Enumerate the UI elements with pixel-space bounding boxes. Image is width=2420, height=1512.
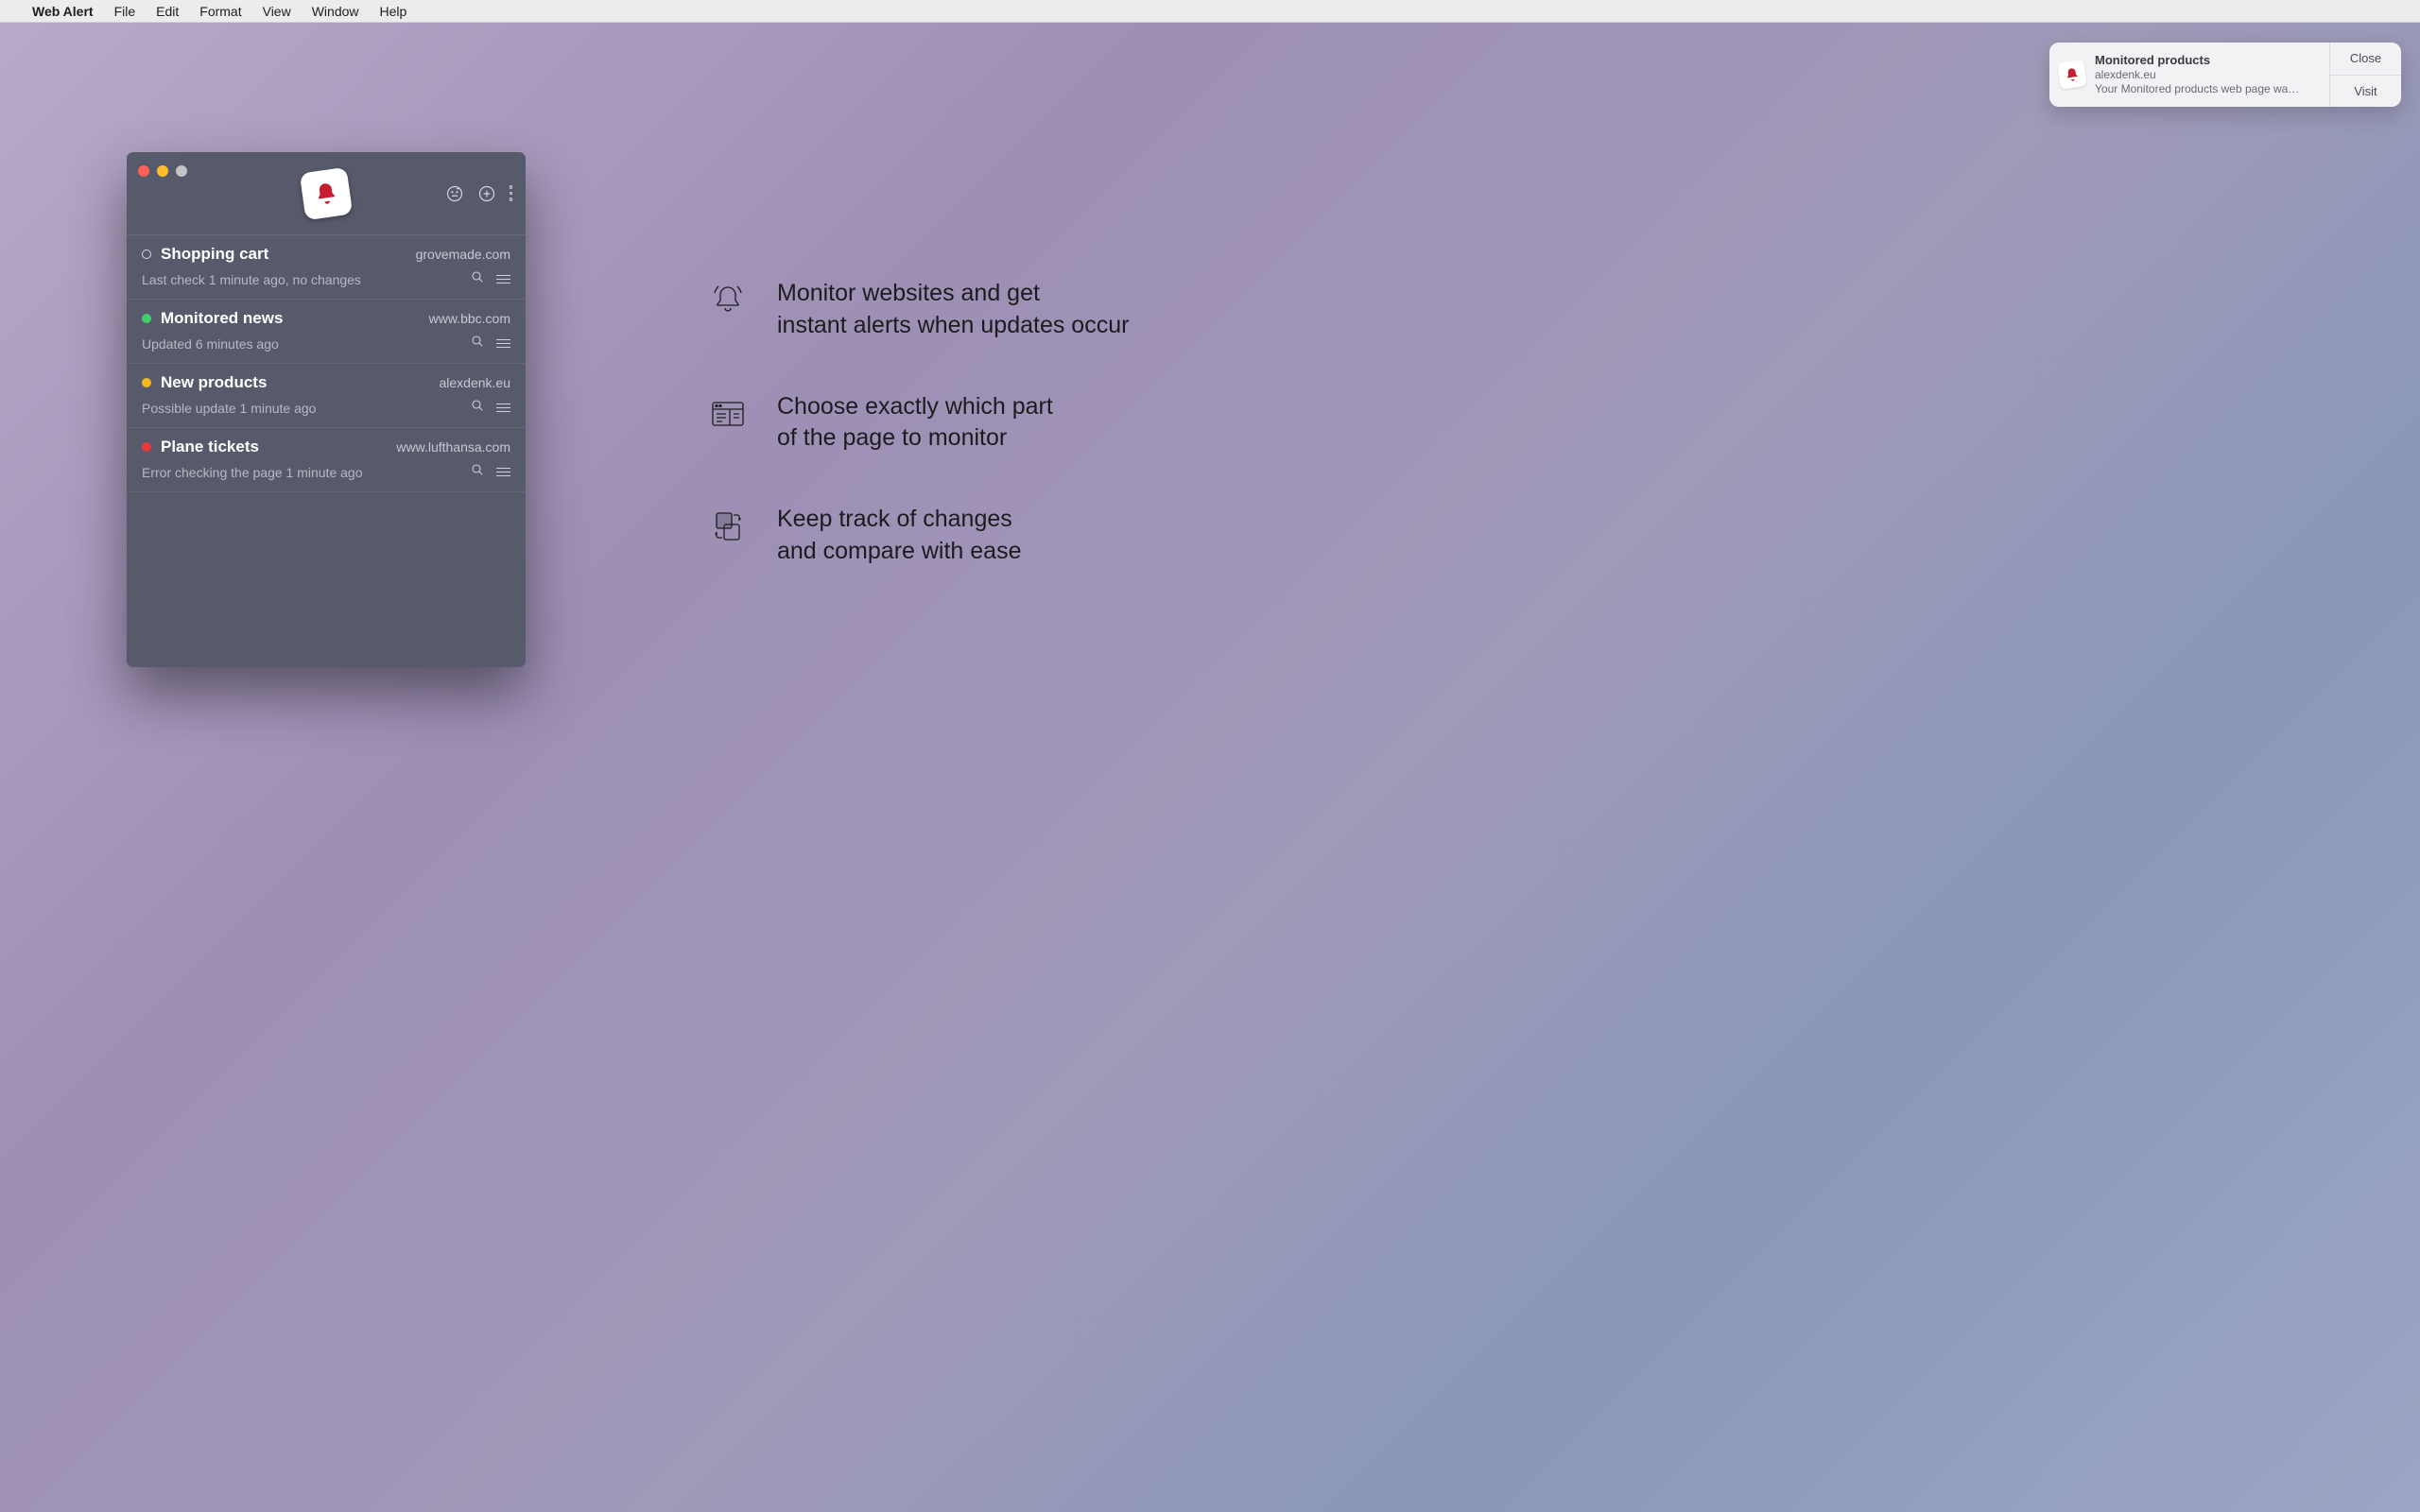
bell-icon <box>312 180 339 207</box>
titlebar-actions <box>445 152 513 234</box>
window-traffic-lights <box>138 165 187 177</box>
notification-title: Monitored products <box>2095 53 2320 68</box>
row-search-button[interactable] <box>470 398 485 418</box>
notification-body: Monitored products alexdenk.eu Your Moni… <box>2049 43 2329 107</box>
feedback-button[interactable] <box>445 184 464 203</box>
search-icon <box>470 398 485 413</box>
face-confused-icon <box>445 184 464 203</box>
feature-line1: Monitor websites and get <box>777 280 1040 306</box>
monitor-row[interactable]: Shopping cart grovemade.com Last check 1… <box>127 235 526 300</box>
feature-line1: Keep track of changes <box>777 506 1012 532</box>
bell-icon <box>2064 66 2081 83</box>
monitor-status: Updated 6 minutes ago <box>142 336 470 352</box>
row-menu-button[interactable] <box>496 275 510 284</box>
menubar-item-window[interactable]: Window <box>312 4 359 19</box>
row-search-button[interactable] <box>470 269 485 289</box>
dot-icon <box>510 185 513 189</box>
feature-item: Keep track of changes and compare with e… <box>709 504 1129 568</box>
search-icon <box>470 334 485 349</box>
browser-layout-icon <box>709 395 747 433</box>
notification-app-icon <box>2057 60 2087 90</box>
dot-icon <box>510 198 513 201</box>
notification-visit-button[interactable]: Visit <box>2330 76 2401 108</box>
row-menu-button[interactable] <box>496 468 510 477</box>
row-search-button[interactable] <box>470 334 485 353</box>
feature-line2: instant alerts when updates occur <box>777 312 1129 338</box>
monitor-domain: alexdenk.eu <box>439 375 510 390</box>
macos-menubar: Web Alert File Edit Format View Window H… <box>0 0 2420 23</box>
monitor-status: Error checking the page 1 minute ago <box>142 465 470 480</box>
menubar-item-file[interactable]: File <box>114 4 136 19</box>
row-menu-button[interactable] <box>496 339 510 349</box>
feature-line2: of the page to monitor <box>777 424 1007 451</box>
window-minimize-button[interactable] <box>157 165 168 177</box>
monitor-row[interactable]: Plane tickets www.lufthansa.com Error ch… <box>127 428 526 492</box>
monitor-title: New products <box>161 373 429 392</box>
status-idle-icon <box>142 249 151 259</box>
monitor-status: Last check 1 minute ago, no changes <box>142 272 470 287</box>
monitor-title: Monitored news <box>161 309 420 328</box>
menubar-app-name[interactable]: Web Alert <box>32 4 94 19</box>
plus-circle-icon <box>477 184 496 203</box>
monitor-title: Plane tickets <box>161 438 387 456</box>
monitor-domain: grovemade.com <box>416 247 510 262</box>
menubar-item-format[interactable]: Format <box>199 4 241 19</box>
window-close-button[interactable] <box>138 165 149 177</box>
compare-icon <box>709 507 747 545</box>
feature-text: Monitor websites and get instant alerts … <box>777 278 1129 342</box>
feature-line2: and compare with ease <box>777 538 1021 564</box>
monitor-list: Shopping cart grovemade.com Last check 1… <box>127 235 526 667</box>
menubar-item-edit[interactable]: Edit <box>156 4 179 19</box>
notification-subtitle: alexdenk.eu <box>2095 68 2320 82</box>
app-window: Shopping cart grovemade.com Last check 1… <box>127 152 526 667</box>
monitor-row[interactable]: Monitored news www.bbc.com Updated 6 min… <box>127 300 526 364</box>
more-menu-button[interactable] <box>510 185 513 201</box>
status-error-icon <box>142 442 151 452</box>
window-zoom-button[interactable] <box>176 165 187 177</box>
bell-ringing-icon <box>709 282 747 319</box>
monitor-domain: www.lufthansa.com <box>396 439 510 455</box>
notification-text: Monitored products alexdenk.eu Your Moni… <box>2095 53 2320 96</box>
row-search-button[interactable] <box>470 462 485 482</box>
monitor-title: Shopping cart <box>161 245 406 264</box>
feature-item: Choose exactly which part of the page to… <box>709 391 1129 455</box>
notification-message: Your Monitored products web page wa… <box>2095 82 2320 96</box>
menubar-item-help[interactable]: Help <box>380 4 407 19</box>
app-logo <box>300 166 353 219</box>
notification-close-button[interactable]: Close <box>2330 43 2401 76</box>
feature-line1: Choose exactly which part <box>777 393 1053 420</box>
row-menu-button[interactable] <box>496 404 510 413</box>
monitor-row[interactable]: New products alexdenk.eu Possible update… <box>127 364 526 428</box>
monitor-status: Possible update 1 minute ago <box>142 401 470 416</box>
status-warning-icon <box>142 378 151 387</box>
notification-banner[interactable]: Monitored products alexdenk.eu Your Moni… <box>2049 43 2401 107</box>
status-ok-icon <box>142 314 151 323</box>
search-icon <box>470 269 485 284</box>
feature-text: Keep track of changes and compare with e… <box>777 504 1021 568</box>
feature-text: Choose exactly which part of the page to… <box>777 391 1053 455</box>
monitor-domain: www.bbc.com <box>429 311 510 326</box>
feature-item: Monitor websites and get instant alerts … <box>709 278 1129 342</box>
add-button[interactable] <box>477 184 496 203</box>
window-titlebar <box>127 152 526 235</box>
notification-actions: Close Visit <box>2329 43 2401 107</box>
feature-list: Monitor websites and get instant alerts … <box>709 278 1129 568</box>
menubar-item-view[interactable]: View <box>263 4 291 19</box>
dot-icon <box>510 192 513 196</box>
search-icon <box>470 462 485 477</box>
